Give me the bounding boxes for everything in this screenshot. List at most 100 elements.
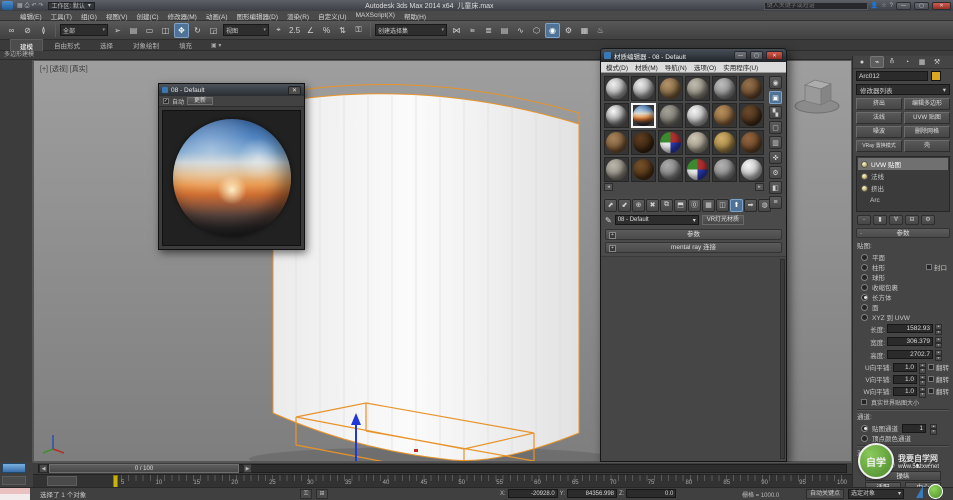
video-color-check-icon[interactable]: ▥ [769, 136, 782, 149]
radio-icon[interactable] [861, 314, 868, 321]
percent-snap-icon[interactable]: % [319, 23, 334, 38]
uvw-map-button[interactable]: UVW 贴图 [904, 112, 950, 124]
app-logo-icon[interactable] [2, 1, 13, 10]
undo-icon[interactable]: ↶ [31, 3, 36, 9]
reference-coordinate-dropdown[interactable]: 视图▾ [223, 24, 269, 36]
select-and-move-icon[interactable]: ✥ [174, 23, 189, 38]
spinner-control[interactable]: ▴▾ [935, 324, 942, 333]
align-icon[interactable]: ⫢ [465, 23, 480, 38]
sample-type-icon[interactable]: ◉ [769, 76, 782, 89]
options-icon[interactable]: ⚙ [769, 166, 782, 179]
shell-button[interactable]: 壳 [904, 140, 950, 152]
keyboard-shortcut-override-icon[interactable]: ⚿ [351, 23, 366, 38]
maximize-button[interactable]: ▢ [914, 2, 929, 10]
parameters-rollout-header[interactable]: -参数 [856, 228, 950, 238]
listener-strip[interactable] [0, 494, 30, 500]
material-sample-slot[interactable] [712, 103, 737, 128]
show-end-result-stack-icon[interactable]: ▮ [873, 215, 887, 225]
menu-modifiers[interactable]: 修改器(M) [168, 11, 197, 21]
stack-item-uvw-map[interactable]: UVW 贴图 [858, 158, 948, 170]
w-flip-checkbox[interactable] [928, 388, 934, 394]
material-sample-slot[interactable] [604, 103, 629, 128]
ribbon-tab-selection[interactable]: 选择 [91, 39, 122, 51]
put-to-scene-icon[interactable]: ⬋ [618, 199, 631, 212]
u-tile-field[interactable]: 1.0 [893, 363, 917, 372]
help-icon[interactable]: ? [890, 3, 893, 9]
menu-material[interactable]: 材质(M) [635, 62, 658, 72]
width-field[interactable]: 306.379 [887, 337, 933, 346]
delete-mesh-button[interactable]: 删除网格 [904, 126, 950, 138]
radio-icon[interactable] [861, 254, 868, 261]
ribbon-tab-modeling[interactable]: 建模 [10, 39, 43, 52]
backlight-icon[interactable]: ▣ [769, 91, 782, 104]
radio-cylindrical[interactable]: 柱形 封口 [857, 262, 949, 272]
material-sample-slot[interactable] [631, 76, 656, 101]
radio-icon[interactable] [861, 274, 868, 281]
make-copy-icon[interactable]: ⧉ [660, 199, 673, 212]
material-sample-slot[interactable] [739, 157, 764, 182]
height-field[interactable]: 2702.7 [887, 350, 933, 359]
sign-in-icon[interactable]: 👤 [871, 2, 878, 9]
extrude-button[interactable]: 挤出 [856, 98, 902, 110]
menu-navigation[interactable]: 导航(N) [665, 62, 687, 72]
favorites-icon[interactable]: ☆ [881, 2, 886, 9]
material-sample-slot[interactable] [658, 76, 683, 101]
modifier-bulb-icon[interactable] [861, 185, 868, 192]
menu-edit[interactable]: 编辑(E) [20, 11, 42, 21]
material-editor-maximize-button[interactable]: ▢ [750, 51, 763, 60]
material-editor-icon[interactable]: ◉ [545, 23, 560, 38]
material-id-channel-icon[interactable]: ⓪ [688, 199, 701, 212]
unlink-selection-icon[interactable]: ⊘ [20, 23, 35, 38]
snap-toggle-icon[interactable]: 2.5 [287, 23, 302, 38]
u-flip-checkbox[interactable] [928, 364, 934, 370]
menu-create[interactable]: 创建(C) [137, 11, 159, 21]
menu-help[interactable]: 帮助(H) [404, 11, 426, 21]
select-and-link-icon[interactable]: ∞ [4, 23, 19, 38]
cap-checkbox[interactable] [926, 264, 932, 270]
named-selection-set-dropdown[interactable]: 创建选择集▾ [375, 24, 447, 36]
length-field[interactable]: 1582.93 [887, 324, 933, 333]
material-type-button[interactable]: VR灯光材质 [702, 215, 744, 225]
layer-manager-icon[interactable]: ≣ [481, 23, 496, 38]
stack-item-normal[interactable]: 法线 [858, 170, 948, 182]
menu-modes[interactable]: 模式(D) [606, 62, 628, 72]
material-sample-slot[interactable] [712, 130, 737, 155]
v-tile-field[interactable]: 1.0 [893, 375, 917, 384]
sample-uv-tiling-icon[interactable]: ▢ [769, 121, 782, 134]
viewport-label[interactable]: [+] [透视] [真实] [40, 64, 88, 74]
spinner-control[interactable]: ▴▾ [919, 375, 926, 384]
render-production-icon[interactable]: ♨ [593, 23, 608, 38]
curve-editor-icon[interactable]: ∿ [513, 23, 528, 38]
go-forward-sibling-icon[interactable]: ➡ [744, 199, 757, 212]
ribbon-tab-populate[interactable]: 填充 [170, 39, 201, 51]
material-sample-slot[interactable] [685, 130, 710, 155]
material-sample-slot[interactable] [631, 157, 656, 182]
select-by-material-icon[interactable]: ◧ [769, 181, 782, 194]
stack-item-arc[interactable]: Arc [858, 194, 948, 206]
ribbon-tab-freeform[interactable]: 自由形式 [45, 39, 89, 51]
menu-customize[interactable]: 自定义(U) [318, 11, 347, 21]
stack-item-extrude[interactable]: 挤出 [858, 182, 948, 194]
map-channel-radio[interactable] [861, 425, 868, 432]
radio-box[interactable]: 长方体 [857, 292, 949, 302]
bind-to-spacewarp-icon[interactable]: ≬ [36, 23, 51, 38]
menu-views[interactable]: 视图(V) [106, 11, 128, 21]
rendered-frame-window-icon[interactable]: ▦ [577, 23, 592, 38]
noise-button[interactable]: 噪波 [856, 126, 902, 138]
object-color-swatch[interactable] [931, 71, 941, 81]
absolute-mode-icon[interactable]: ⊞ [316, 489, 328, 499]
create-tab-icon[interactable]: ● [855, 56, 869, 68]
viewcube[interactable] [791, 67, 843, 117]
material-editor-title-bar[interactable]: 材质编辑器 - 08 - Default — ▢ ✕ [601, 49, 786, 62]
material-sample-sky-active[interactable] [631, 103, 656, 128]
spinner-control[interactable]: ▴▾ [930, 424, 937, 433]
object-name-field[interactable]: Arc012 [856, 71, 928, 81]
save-icon[interactable]: ⎙ [25, 3, 30, 9]
material-sample-slot[interactable] [685, 103, 710, 128]
material-map-navigator-icon[interactable]: ≡ [769, 196, 782, 209]
v-flip-checkbox[interactable] [928, 376, 934, 382]
prev-frame-icon[interactable]: ◀ [39, 464, 48, 473]
track-bar[interactable]: 5101520253035404550556065707580859095100 [33, 474, 852, 487]
w-tile-field[interactable]: 1.0 [893, 387, 917, 396]
auto-update-checkbox[interactable]: ✓ [163, 98, 169, 104]
